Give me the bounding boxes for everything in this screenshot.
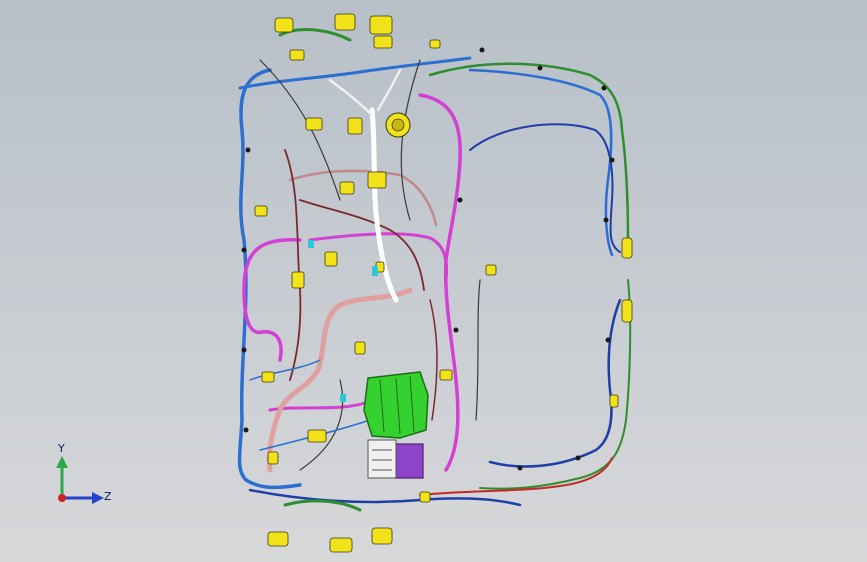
graphics-viewport[interactable]: Y Z xyxy=(0,0,867,562)
x-axis-point xyxy=(58,494,66,502)
wire-brown-2 xyxy=(284,149,302,381)
wire-brown-3 xyxy=(429,299,438,421)
wire-white-branch xyxy=(328,68,402,117)
wiring-harness-model[interactable] xyxy=(0,0,867,562)
triad-graphic xyxy=(56,456,104,504)
z-axis-label: Z xyxy=(104,490,112,503)
green-control-module[interactable] xyxy=(363,371,429,439)
wire-salmon-upper xyxy=(288,169,438,227)
axis-triad: Y Z xyxy=(40,438,120,518)
yellow-connectors xyxy=(254,13,633,553)
wire-green-right-lower xyxy=(479,279,632,490)
purple-junction-box[interactable] xyxy=(367,439,424,479)
wire-blue-right-upper xyxy=(468,68,614,257)
y-axis-label: Y xyxy=(58,442,65,455)
round-connector xyxy=(385,112,411,138)
wire-magenta-left xyxy=(242,238,302,362)
wire-brown-1 xyxy=(299,199,425,291)
wire-navy-right-lower xyxy=(488,298,622,468)
wire-navy-inner-loop xyxy=(469,123,621,253)
wire-blue-left-loop xyxy=(237,68,302,490)
